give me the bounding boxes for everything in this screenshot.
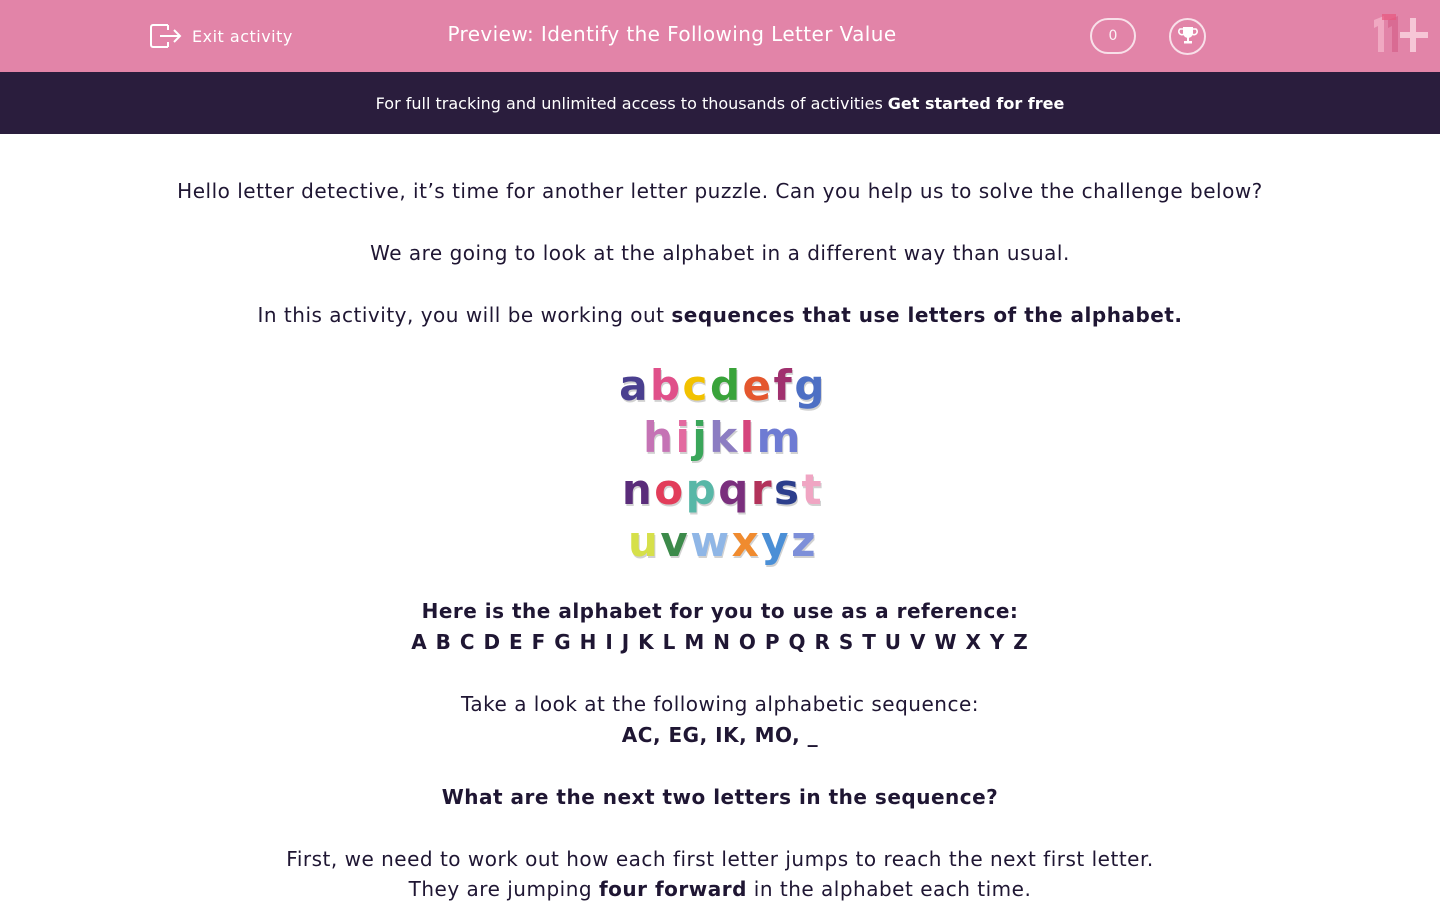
top-bar: Exit activity Preview: Identify the Foll… — [0, 0, 1440, 72]
alphabet-image-letter: k — [709, 413, 738, 462]
explanation-line-1: First, we need to work out how each firs… — [286, 847, 1154, 871]
alphabet-illustration: abcdefg hijklm nopqrst uvwxyz — [619, 358, 825, 570]
alphabet-image-row: hijklm — [620, 414, 824, 462]
explanation-start: They are jumping — [408, 877, 593, 901]
get-started-link[interactable]: Get started for free — [888, 94, 1065, 113]
alphabet-image-letter: f — [773, 361, 793, 410]
alphabet-image-letter: l — [739, 413, 755, 462]
score-counter: 0 — [1090, 18, 1136, 54]
alphabet-image-row: uvwxyz — [620, 518, 824, 566]
alphabet-image-letter: y — [761, 517, 790, 566]
promo-banner: For full tracking and unlimited access t… — [0, 72, 1440, 134]
intro-text: Hello letter detective, it’s time for an… — [177, 179, 1263, 203]
explanation-end: in the alphabet each time. — [753, 877, 1032, 901]
alphabet-image-letter: g — [794, 361, 825, 410]
alphabet-reference: A B C D E F G H I J K L M N O P Q R S T … — [411, 630, 1029, 654]
alphabet-image-letter: q — [718, 465, 749, 514]
alphabet-image-letter: o — [654, 465, 684, 514]
alphabet-image-letter: z — [791, 517, 817, 566]
explanation-line-2: They are jumping four forward in the alp… — [0, 877, 1440, 901]
trophy-button[interactable] — [1169, 18, 1206, 55]
sequence-intro: Take a look at the following alphabetic … — [461, 692, 979, 716]
alphabet-image-letter: p — [685, 465, 717, 514]
page-title: Preview: Identify the Following Letter V… — [447, 22, 897, 46]
alphabet-image-letter: d — [709, 361, 741, 410]
alphabet-image-letter: c — [682, 361, 708, 410]
alphabet-image-letter: r — [750, 465, 773, 514]
reference-heading: Here is the alphabet for you to use as a… — [421, 599, 1019, 623]
alphabet-image-row: abcdefg — [619, 361, 825, 410]
alphabet-image-letter: m — [756, 413, 801, 462]
promo-text: For full tracking and unlimited access t… — [375, 93, 883, 113]
alphabet-image-row: nopqrst — [620, 466, 824, 514]
description-text: We are going to look at the alphabet in … — [370, 241, 1070, 265]
alphabet-image-letter: h — [643, 413, 674, 462]
alphabet-image-letter: b — [649, 361, 681, 410]
alphabet-image-letter: t — [801, 465, 823, 514]
brand-logo — [1370, 14, 1432, 56]
question-text: What are the next two letters in the seq… — [441, 785, 999, 809]
alphabet-image-letter: n — [621, 465, 653, 514]
exit-icon — [148, 21, 182, 51]
alphabet-image-letter: x — [731, 517, 760, 566]
explanation-bold: four forward — [598, 877, 747, 901]
alphabet-image-letter: s — [774, 465, 800, 514]
trophy-icon — [1177, 24, 1199, 50]
alphabet-image-letter: w — [690, 517, 730, 566]
exit-activity-button[interactable]: Exit activity — [148, 20, 293, 52]
alphabet-image-letter: u — [627, 517, 659, 566]
alphabet-image-letter: a — [619, 361, 648, 410]
instruction-text: In this activity, you will be working ou… — [0, 303, 1440, 327]
instruction-bold: sequences that use letters of the alphab… — [671, 303, 1183, 327]
instruction-plain: In this activity, you will be working ou… — [257, 303, 665, 327]
alphabet-image-letter: e — [742, 361, 772, 410]
alphabet-image-letter: v — [660, 517, 689, 566]
exit-label: Exit activity — [192, 26, 293, 46]
alphabet-image-letter: j — [692, 413, 708, 462]
alphabet-image-letter: i — [675, 413, 691, 462]
sequence-text: AC, EG, IK, MO, _ — [621, 723, 819, 747]
